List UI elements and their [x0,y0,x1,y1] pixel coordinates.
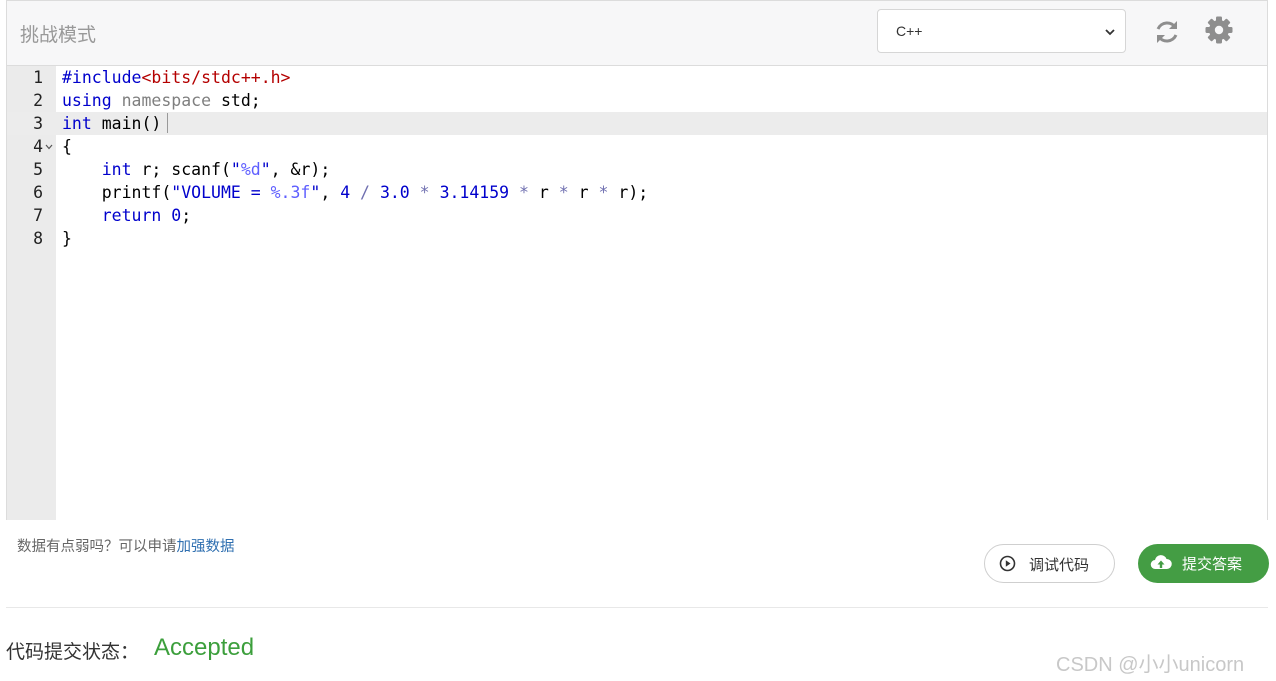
code-token: , &r); [270,160,331,179]
code-token: using [62,91,112,110]
code-line: 1 #include<bits/stdc++.h> [7,66,1267,89]
code-area[interactable]: 1 #include<bits/stdc++.h> 2 using namespace… [7,66,1267,520]
code-token: { [62,137,72,156]
code-token: %d [240,160,261,179]
gear-icon[interactable] [1204,15,1234,45]
code-token: printf( [62,183,172,202]
panel-title: 挑战模式 [20,24,97,46]
code-token: r [578,183,589,202]
debug-code-button[interactable]: 调试代码 [984,544,1115,583]
refresh-icon[interactable] [1153,18,1181,46]
line-number: 3 [33,114,43,133]
code-token: * [548,183,579,202]
code-token: %.3f [270,183,311,202]
hint-text: 数据有点弱吗？可以申请 [17,539,177,555]
fold-arrow-icon[interactable] [45,144,53,150]
submission-status-label: 代码提交状态： [6,641,140,663]
editor-header: 挑战模式 C++ [7,1,1267,66]
code-token: 4 [340,183,351,202]
text-cursor [167,113,169,133]
code-text: #include<bits/stdc++.h> [62,66,291,89]
code-token: } [62,229,72,248]
line-number: 5 [33,160,43,179]
code-text: int r; scanf("%d", &r); [62,158,331,181]
code-token: " [310,183,321,202]
code-line: 4{ [7,135,1267,158]
line-number: 6 [33,183,43,202]
code-token: int [101,160,132,179]
code-line: 8} [7,227,1267,250]
code-line: 5 int r; scanf("%d", &r); [7,158,1267,181]
code-token: namespace [121,91,212,110]
line-number: 4 [33,137,43,156]
language-select-value: C++ [896,23,923,39]
code-text: return 0; [62,204,191,227]
submit-answer-button[interactable]: 提交答案 [1138,544,1269,583]
strengthen-data-link[interactable]: 加强数据 [177,539,235,555]
line-number: 1 [33,68,43,87]
code-text: int main() [62,112,169,135]
code-text: printf("VOLUME = %.3f", 4 / 3.0 * 3.1415… [62,181,649,204]
code-token: #include [62,68,142,87]
code-token: * [409,183,440,202]
code-line: 2 using namespace std; [7,89,1267,112]
code-token: 0 [171,206,182,225]
code-token: / [350,183,380,202]
code-token: , [320,183,341,202]
code-token: " [230,160,241,179]
code-token: int [62,114,92,133]
submit-button-label: 提交答案 [1182,555,1243,573]
code-line: 6 printf("VOLUME = %.3f", 4 / 3.0 * 3.14… [7,181,1267,204]
code-token: return [101,206,162,225]
debug-button-label: 调试代码 [1029,556,1090,574]
code-token: r); [618,183,649,202]
code-line: 3 int main() [7,112,1267,135]
watermark: CSDN @小小unicorn [1056,654,1245,676]
submission-status-value: Accepted [154,634,255,661]
code-editor-panel: 挑战模式 C++ 1 #include<bits/stdc++.h> 2 usi… [6,0,1268,520]
code-token: r [538,183,549,202]
code-token: * [509,183,539,202]
code-token: std; [211,91,261,110]
code-token: " [260,160,271,179]
code-token: * [588,183,619,202]
code-token: <bits/stdc++.h> [141,68,291,87]
code-token: "VOLUME = [171,183,271,202]
line-number: 8 [33,229,43,248]
code-token: 3.0 [379,183,410,202]
section-divider [6,607,1268,608]
code-text: } [62,227,72,250]
code-token: r; scanf( [131,160,231,179]
code-line: 7 return 0; [7,204,1267,227]
language-select[interactable]: C++ [877,9,1126,53]
code-text: { [62,135,72,158]
chevron-down-icon [1105,29,1115,36]
code-token: 3.14159 [439,183,510,202]
cloud-upload-icon [1150,555,1172,570]
code-token: main() [91,114,162,133]
code-token: ; [181,206,192,225]
data-hint: 数据有点弱吗？可以申请加强数据 [17,535,235,556]
line-number: 2 [33,91,43,110]
code-text: using namespace std; [62,89,261,112]
line-number: 7 [33,206,43,225]
play-circle-icon [999,555,1016,572]
